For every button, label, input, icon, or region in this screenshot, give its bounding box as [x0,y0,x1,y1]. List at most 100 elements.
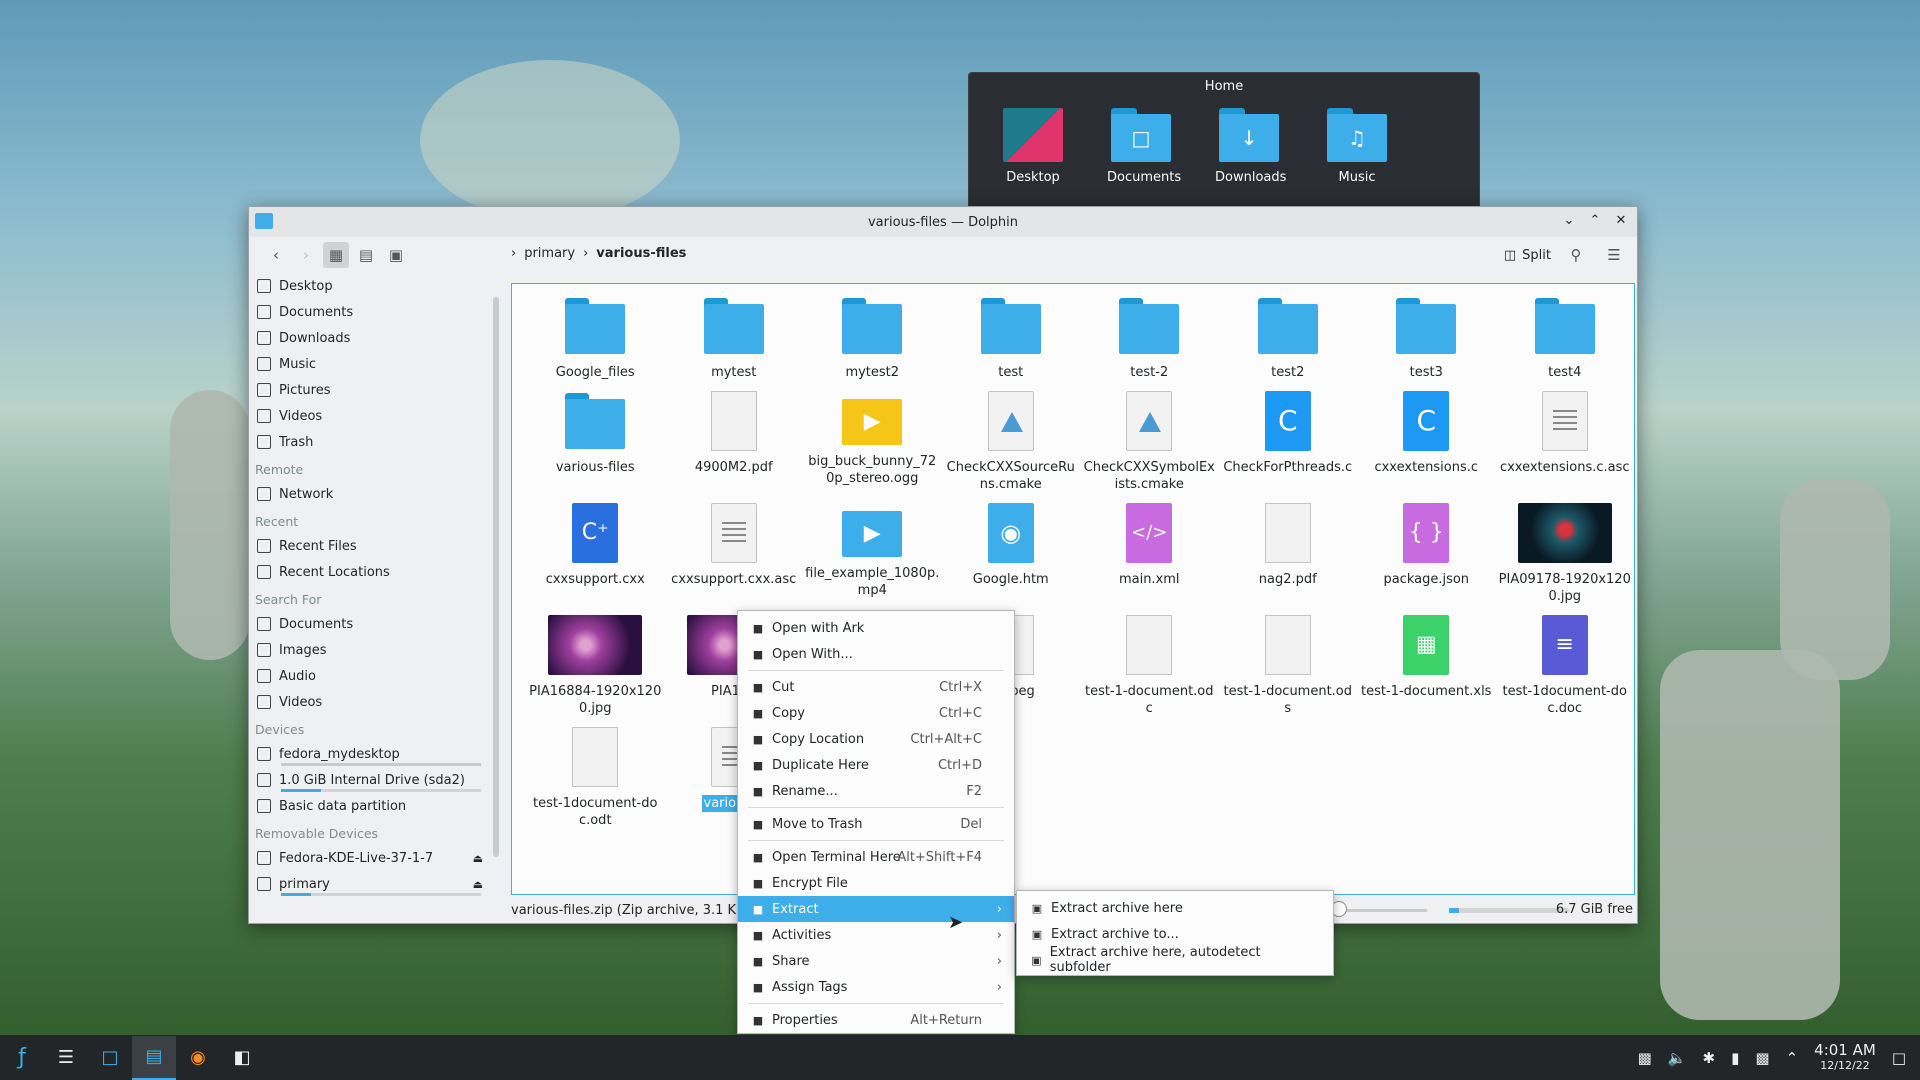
firefox-icon[interactable]: ◉ [176,1036,220,1080]
file-item[interactable]: Ccxxextensions.c [1357,387,1496,493]
dolphin-task-icon[interactable]: ▤ [132,1035,176,1080]
menu-item-extract[interactable]: ■ Extract › [738,896,1014,922]
folder-item[interactable]: test4 [1496,292,1635,381]
menu-item-properties[interactable]: ■ Properties Alt+Return [738,1007,1014,1033]
submenu-item-extract-archive-here[interactable]: ▣ Extract archive here [1017,895,1333,921]
icons-view-button[interactable]: ▦ [323,242,349,268]
folder-item[interactable]: test [942,292,1081,381]
application-launcher-icon[interactable]: ƒ [0,1036,44,1080]
display-icon[interactable]: ▩ [1638,1049,1652,1067]
file-item[interactable]: C⁺ cxxsupport.cxx [526,499,665,605]
zoom-slider[interactable] [1341,909,1427,912]
ark-task-icon[interactable]: ◧ [220,1036,264,1080]
sidebar-item-1-0-gib-internal-drive-sda2[interactable]: 1.0 GiB Internal Drive (sda2) [249,767,497,793]
show-desktop-icon[interactable]: □ [1892,1049,1906,1067]
back-button[interactable]: ‹ [263,242,289,268]
volume-icon[interactable]: 🔈 [1668,1049,1687,1067]
eject-icon[interactable]: ⏏ [473,852,483,865]
file-item[interactable]: CheckCXXSourceRuns.cmake [942,387,1081,493]
file-item[interactable]: { } package.json [1357,499,1496,605]
sidebar-item-videos[interactable]: Videos [249,403,497,429]
clock[interactable]: 4:01 AM 12/12/22 [1814,1042,1876,1073]
file-view[interactable]: Google_files mytest mytest2 test test-2 test2… [511,283,1635,895]
file-item[interactable]: CheckCXXSymbolExists.cmake [1080,387,1219,493]
home-item-desktop[interactable]: Desktop [999,108,1067,185]
bluetooth-icon[interactable]: ✱ [1703,1049,1716,1067]
breadcrumb-various-files[interactable]: various-files [596,246,686,261]
sidebar-item-trash[interactable]: Trash [249,429,497,455]
file-item[interactable]: PIA16884-1920x1200.jpg [526,611,665,717]
menu-item-rename[interactable]: ■ Rename... F2 [738,778,1014,804]
menu-item-duplicate-here[interactable]: ■ Duplicate Here Ctrl+D [738,752,1014,778]
file-item[interactable]: ▶ file_example_1080p.mp4 [803,499,942,605]
home-item-music[interactable]: ♫ Music [1323,108,1391,185]
sidebar-item-images[interactable]: Images [249,637,497,663]
sidebar-item-basic-data-partition[interactable]: Basic data partition [249,793,497,819]
pager-icon[interactable]: ☰ [44,1036,88,1080]
file-item[interactable]: test-1-document.ods [1219,611,1358,717]
sidebar-item-music[interactable]: Music [249,351,497,377]
sidebar-item-fedora-mydesktop[interactable]: fedora_mydesktop [249,741,497,767]
store-icon[interactable]: □ [88,1036,132,1080]
menu-item-encrypt-file[interactable]: ■ Encrypt File [738,870,1014,896]
sidebar-item-recent-files[interactable]: Recent Files [249,533,497,559]
file-item[interactable]: cxxsupport.cxx.asc [665,499,804,605]
folder-item[interactable]: mytest2 [803,292,942,381]
file-item[interactable]: 4900M2.pdf [665,387,804,493]
sidebar-item-recent-locations[interactable]: Recent Locations [249,559,497,585]
split-button[interactable]: ◫ Split [1504,248,1551,263]
close-button[interactable]: ✕ [1611,211,1631,231]
folder-item[interactable]: mytest [665,292,804,381]
tray-expand-icon[interactable]: ⌃ [1786,1049,1799,1067]
folder-item[interactable]: test-2 [1080,292,1219,381]
file-item[interactable]: ▦ test-1-document.xls [1357,611,1496,717]
minimize-button[interactable]: ⌄ [1559,211,1579,231]
menu-item-open-terminal-here[interactable]: ■ Open Terminal Here Alt+Shift+F4 [738,844,1014,870]
sidebar-item-pictures[interactable]: Pictures [249,377,497,403]
sidebar-item-documents[interactable]: Documents [249,611,497,637]
menu-item-move-to-trash[interactable]: ■ Move to Trash Del [738,811,1014,837]
home-item-downloads[interactable]: ↓ Downloads [1215,108,1286,185]
search-icon[interactable]: ⚲ [1563,242,1589,268]
menu-item-copy[interactable]: ■ Copy Ctrl+C [738,700,1014,726]
folder-item[interactable]: various-files [526,387,665,493]
menu-item-cut[interactable]: ■ Cut Ctrl+X [738,674,1014,700]
sidebar-item-primary[interactable]: primary ⏏ [249,871,497,897]
file-item[interactable]: </> main.xml [1080,499,1219,605]
menu-item-open-with[interactable]: ■ Open With... [738,641,1014,667]
menu-item-copy-location[interactable]: ■ Copy Location Ctrl+Alt+C [738,726,1014,752]
submenu-item-extract-archive-here-autodetect-subfolder[interactable]: ▣ Extract archive here, autodetect subfol… [1017,945,1333,975]
forward-button[interactable]: › [293,242,319,268]
menu-item-assign-tags[interactable]: ■ Assign Tags › [738,974,1014,1000]
menu-item-activities[interactable]: ■ Activities › [738,922,1014,948]
folder-item[interactable]: Google_files [526,292,665,381]
sidebar-item-downloads[interactable]: Downloads [249,325,497,351]
network-icon[interactable]: ▩ [1755,1049,1769,1067]
file-item[interactable]: PIA09178-1920x1200.jpg [1496,499,1635,605]
sidebar-item-network[interactable]: Network [249,481,497,507]
file-item[interactable]: C CheckForPthreads.c [1219,387,1358,493]
file-item[interactable]: ≡ test-1document-doc.doc [1496,611,1635,717]
usb-icon[interactable]: ▮ [1731,1049,1739,1067]
submenu-item-extract-archive-to[interactable]: ▣ Extract archive to... [1017,921,1333,947]
file-item[interactable]: cxxextensions.c.asc [1496,387,1635,493]
file-item[interactable]: ▶ big_buck_bunny_720p_stereo.ogg [803,387,942,493]
maximize-button[interactable]: ⌃ [1585,211,1605,231]
compact-view-button[interactable]: ▤ [353,242,379,268]
eject-icon[interactable]: ⏏ [473,878,483,891]
sidebar-item-fedora-kde-live-37-1-7[interactable]: Fedora-KDE-Live-37-1-7 ⏏ [249,845,497,871]
file-item[interactable]: test-1-document.odc [1080,611,1219,717]
breadcrumb-primary[interactable]: primary [524,246,575,261]
home-item-documents[interactable]: □ Documents [1107,108,1181,185]
title-bar[interactable]: various-files — Dolphin ⌄ ⌃ ✕ [249,207,1637,237]
sidebar-item-videos[interactable]: Videos [249,689,497,715]
menu-item-open-with-ark[interactable]: ■ Open with Ark [738,615,1014,641]
sidebar-item-documents[interactable]: Documents [249,299,497,325]
file-item[interactable]: nag2.pdf [1219,499,1358,605]
sidebar-item-desktop[interactable]: Desktop [249,273,497,299]
folder-item[interactable]: test3 [1357,292,1496,381]
hamburger-menu-icon[interactable]: ☰ [1601,242,1627,268]
details-view-button[interactable]: ▣ [383,242,409,268]
menu-item-share[interactable]: ■ Share › [738,948,1014,974]
sidebar-item-audio[interactable]: Audio [249,663,497,689]
